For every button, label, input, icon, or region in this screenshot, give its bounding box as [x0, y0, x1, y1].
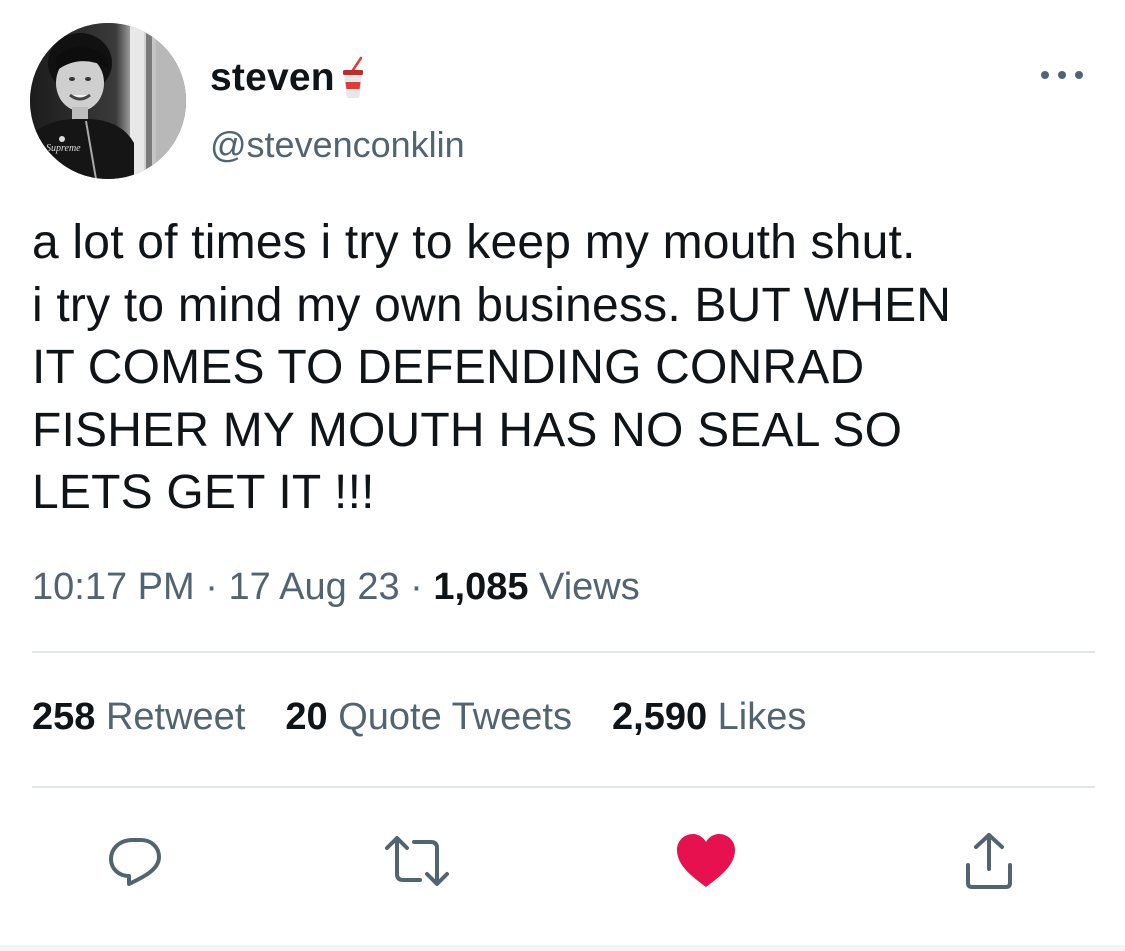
tweet-text: a lot of times i try to keep my mouth sh… — [32, 212, 1112, 525]
reply-button[interactable] — [101, 826, 171, 896]
meta-separator: · — [410, 566, 423, 608]
cup-with-straw-icon — [341, 56, 365, 100]
tweet-text-line: i try to mind my own business. BUT WHEN — [32, 278, 952, 332]
meta-separator: · — [205, 566, 218, 608]
share-icon — [966, 833, 1012, 889]
retweet-icon — [385, 836, 449, 886]
more-options-button[interactable] — [1041, 63, 1083, 87]
more-dot-icon — [1075, 71, 1083, 79]
tweet-metadata: 10:17 PM · 17 Aug 23 · 1,085 Views — [32, 566, 640, 609]
divider — [32, 786, 1095, 788]
likes-stat[interactable]: 2,590 Likes — [612, 696, 806, 739]
likes-count: 2,590 — [612, 696, 708, 738]
share-button[interactable] — [954, 826, 1024, 896]
more-dot-icon — [1041, 71, 1049, 79]
likes-label: Likes — [717, 696, 807, 738]
tweet-stats: 258 Retweet 20 Quote Tweets 2,590 Likes — [32, 696, 846, 739]
tweet-time[interactable]: 10:17 PM — [32, 566, 195, 608]
divider — [32, 651, 1095, 653]
reply-icon — [109, 838, 161, 886]
quote-tweets-label: Quote Tweets — [338, 696, 572, 738]
retweets-label: Retweet — [105, 696, 246, 738]
quote-tweets-stat[interactable]: 20 Quote Tweets — [285, 696, 572, 739]
author-name-row[interactable]: steven — [210, 52, 365, 104]
like-button[interactable] — [671, 826, 741, 896]
avatar-shirt-text: Supreme — [46, 143, 81, 154]
tweet-text-line: FISHER MY MOUTH HAS NO SEAL SO — [32, 403, 903, 457]
avatar-image: Supreme — [30, 23, 186, 179]
bottom-border — [0, 945, 1125, 951]
heart-icon — [677, 834, 735, 887]
quote-tweets-count: 20 — [285, 696, 328, 738]
user-handle[interactable]: @stevenconklin — [210, 124, 465, 166]
retweet-button[interactable] — [382, 826, 452, 896]
tweet-date[interactable]: 17 Aug 23 — [228, 566, 399, 608]
avatar[interactable]: Supreme — [30, 23, 186, 179]
views-count: 1,085 — [433, 566, 529, 608]
retweets-stat[interactable]: 258 Retweet — [32, 696, 245, 739]
display-name[interactable]: steven — [210, 56, 335, 100]
retweets-count: 258 — [32, 696, 96, 738]
views-label: Views — [539, 566, 640, 608]
tweet-text-line: a lot of times i try to keep my mouth sh… — [32, 216, 916, 269]
tweet-text-line: LETS GET IT !!! — [32, 466, 375, 519]
tweet-text-line: IT COMES TO DEFENDING CONRAD — [32, 341, 865, 394]
more-dot-icon — [1058, 71, 1066, 79]
